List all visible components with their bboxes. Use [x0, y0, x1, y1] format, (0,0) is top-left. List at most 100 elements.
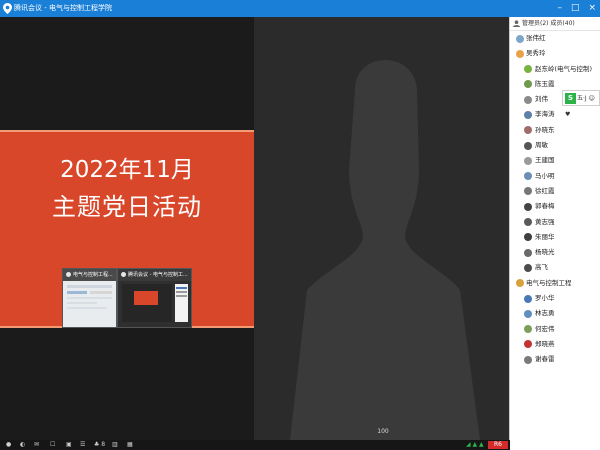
- members-header: 管理员(2) 成员(40): [510, 17, 600, 31]
- participant-name: 孙晓东: [535, 125, 555, 134]
- participant-item[interactable]: 张伟红: [510, 31, 600, 46]
- signal-icon: ◢ ▲ ▲: [466, 441, 484, 448]
- participant-avatar: [524, 309, 532, 318]
- camera-icon[interactable]: ✉: [34, 441, 39, 449]
- participant-item[interactable]: 吴秀玲: [510, 46, 600, 61]
- bottom-toolbar: ● ◐ ✉ ☐ ▣ ☰ ♣ 8 ▥ ▦: [0, 440, 510, 450]
- participant-item[interactable]: 孙晓东: [510, 123, 600, 138]
- members-icon: [513, 20, 520, 27]
- participant-avatar: [524, 294, 532, 303]
- participant-item[interactable]: 郑晓燕: [510, 337, 600, 352]
- participant-name: 黄志强: [535, 217, 555, 226]
- window-controls: – □ ×: [557, 0, 596, 17]
- participant-avatar: [524, 233, 532, 242]
- participant-avatar: [516, 279, 524, 288]
- participant-item[interactable]: 朱丽华: [510, 230, 600, 245]
- participant-item[interactable]: 郭春梅: [510, 199, 600, 214]
- participant-avatar: [524, 340, 532, 349]
- participant-item[interactable]: 徐红霞: [510, 184, 600, 199]
- participant-avatar: [524, 325, 532, 334]
- participant-name: 马小明: [535, 171, 555, 180]
- participant-name: 郭春梅: [535, 202, 555, 211]
- participant-name: 朱丽华: [535, 232, 555, 241]
- participant-avatar: [524, 355, 532, 364]
- participant-name: 杨晓光: [535, 248, 555, 257]
- shared-slide: 2022年11月 主题党日活动 电气与控制工程... 腾讯会议 - 电气与控制工…: [0, 130, 254, 328]
- participant-name: 罗小华: [535, 294, 555, 303]
- participant-avatar: [524, 80, 532, 89]
- participant-name: 何宏伟: [535, 324, 555, 333]
- window-title: 腾讯会议 - 电气与控制工程学院: [14, 4, 112, 12]
- thumbnail-window[interactable]: 腾讯会议 - 电气与控制工...: [117, 268, 192, 328]
- participant-name: 陈玉霞: [535, 79, 555, 88]
- members-header-text: 管理员(2) 成员(40): [522, 20, 575, 27]
- participant-item[interactable]: 罗小华: [510, 291, 600, 306]
- thumbnail-label: 电气与控制工程...: [73, 272, 113, 278]
- participant-item[interactable]: 李海涛: [510, 107, 600, 122]
- participant-avatar: [524, 248, 532, 257]
- participant-avatar: [524, 156, 532, 165]
- participant-avatar: [524, 95, 532, 104]
- avatar-silhouette: [290, 60, 480, 440]
- participant-name: 林志勇: [535, 309, 555, 318]
- members-icon[interactable]: ♣ 8: [94, 441, 105, 449]
- participant-avatar: [524, 172, 532, 181]
- participant-item[interactable]: 马小明: [510, 169, 600, 184]
- thumbnail-window[interactable]: 电气与控制工程...: [62, 268, 117, 328]
- participant-avatar: [524, 263, 532, 272]
- maximize-icon[interactable]: □: [571, 0, 580, 17]
- participant-list: 张伟红吴秀玲赵东岭(电气与控制) 陈玉霞刘伟李海涛孙晓东周敏王建国马小明徐红霞郭春…: [510, 31, 600, 368]
- close-icon[interactable]: ×: [588, 0, 596, 17]
- participant-name: 高飞: [535, 263, 548, 272]
- app-logo-icon: [3, 3, 12, 14]
- input-method-badge: S: [565, 93, 576, 104]
- participant-avatar: [524, 141, 532, 150]
- mic-mute-icon[interactable]: ◐: [20, 441, 25, 449]
- mic-icon[interactable]: ●: [6, 441, 11, 449]
- record-badge[interactable]: R6: [488, 441, 508, 449]
- participant-avatar: [524, 126, 532, 135]
- app-dot-icon: [66, 272, 71, 277]
- slide-year: 2022年11月: [60, 157, 194, 183]
- chat-icon[interactable]: ▥: [112, 441, 118, 449]
- participant-name: 刘伟: [535, 95, 548, 104]
- participant-item[interactable]: 王建国: [510, 153, 600, 168]
- participant-name: 张伟红: [526, 34, 546, 42]
- participant-item[interactable]: 林志勇: [510, 306, 600, 321]
- participant-item[interactable]: 周敏: [510, 138, 600, 153]
- participant-avatar: [524, 202, 532, 211]
- participant-name: 李海涛: [535, 110, 555, 119]
- participant-avatar: [524, 110, 532, 119]
- participant-name: 赵东岭(电气与控制): [535, 64, 593, 73]
- record-icon[interactable]: ☰: [80, 441, 85, 449]
- minimize-icon[interactable]: –: [557, 0, 562, 17]
- video-badge: 100: [377, 428, 389, 435]
- screen-icon[interactable]: ▣: [66, 441, 72, 449]
- share-icon[interactable]: ☐: [50, 441, 55, 449]
- thumbnail-label: 腾讯会议 - 电气与控制工...: [128, 272, 188, 278]
- participant-avatar: [524, 187, 532, 196]
- participant-item[interactable]: 何宏伟: [510, 322, 600, 337]
- apps-icon[interactable]: ▦: [127, 441, 133, 449]
- participant-name: 周敏: [535, 141, 548, 150]
- thumbnail-content: [122, 284, 188, 322]
- participant-avatar: [524, 218, 532, 227]
- participant-name: 王建国: [535, 156, 555, 165]
- members-panel: 管理员(2) 成员(40) 张伟红吴秀玲赵东岭(电气与控制) 陈玉霞刘伟李海涛孙晓…: [510, 17, 600, 450]
- participant-name: 吴秀玲: [526, 49, 546, 58]
- participant-avatar: [516, 34, 524, 43]
- participant-name: 徐红霞: [535, 186, 555, 195]
- participant-avatar: [524, 65, 532, 74]
- thumbnail-content: [67, 285, 112, 309]
- participant-item[interactable]: 杨晓光: [510, 245, 600, 260]
- participant-item[interactable]: 谢春雷: [510, 352, 600, 367]
- title-bar: 腾讯会议 - 电气与控制工程学院 – □ ×: [0, 0, 600, 17]
- participant-name: 谢春雷: [535, 355, 555, 364]
- participant-item[interactable]: 高飞: [510, 260, 600, 275]
- app-dot-icon: [121, 272, 126, 277]
- slide-title: 主题党日活动: [52, 193, 202, 221]
- input-method-toolbar[interactable]: S 五·J ☺ ♥: [562, 90, 600, 118]
- participant-item[interactable]: 黄志强: [510, 215, 600, 230]
- participant-item[interactable]: 赵东岭(电气与控制): [510, 62, 600, 77]
- participant-item[interactable]: 电气与控制工程: [510, 276, 600, 291]
